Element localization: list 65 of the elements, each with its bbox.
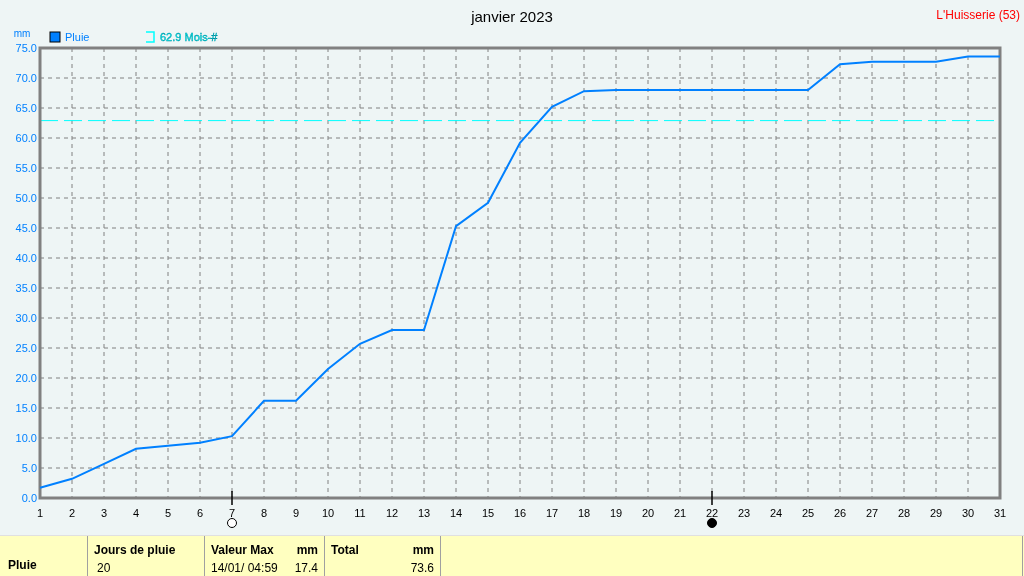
y-tick-label: 0.0 (21, 492, 37, 504)
moon-tick-mark (231, 490, 233, 506)
chart-title: janvier 2023 (471, 7, 553, 27)
x-tick-label: 5 (164, 507, 172, 519)
x-tick-label: 12 (385, 507, 399, 519)
unit-label: mm (412, 542, 434, 559)
y-tick-label: 65.0 (15, 102, 37, 114)
x-tick-label: 16 (513, 507, 527, 519)
x-tick-label: 10 (321, 507, 335, 519)
x-tick-label: 29 (929, 507, 943, 519)
x-tick-label: 21 (673, 507, 687, 519)
legend-marker-icon (145, 31, 155, 43)
y-axis-unit: mm (13, 28, 31, 39)
y-tick-label: 20.0 (15, 372, 37, 384)
y-tick-label: 5.0 (21, 462, 37, 474)
x-tick-label: 26 (833, 507, 847, 519)
row-label: Pluie (8, 557, 37, 574)
column-header: Valeur Max (211, 542, 274, 559)
x-tick-label: 23 (737, 507, 751, 519)
x-tick-label: 19 (609, 507, 623, 519)
value-cell-text: 17.4 (294, 560, 318, 576)
x-tick-label: 15 (481, 507, 495, 519)
unit-label: mm (296, 542, 318, 559)
y-tick-label: 50.0 (15, 192, 37, 204)
x-tick-label: 31 (993, 507, 1007, 519)
x-tick-label: 24 (769, 507, 783, 519)
y-tick-label: 70.0 (15, 72, 37, 84)
x-tick-label: 8 (260, 507, 268, 519)
x-tick-label: 25 (801, 507, 815, 519)
x-tick-label: 9 (292, 507, 300, 519)
y-tick-label: 45.0 (15, 222, 37, 234)
x-tick-label: 1 (36, 507, 44, 519)
legend-label: Pluie (65, 31, 90, 43)
y-tick-label: 25.0 (15, 342, 37, 354)
x-tick-label: 27 (865, 507, 879, 519)
moon-tick-mark (711, 490, 713, 506)
value-cell-text: 20 (97, 560, 111, 576)
x-tick-label: 6 (196, 507, 204, 519)
y-tick-label: 30.0 (15, 312, 37, 324)
y-tick-label: 55.0 (15, 162, 37, 174)
x-tick-label: 20 (641, 507, 655, 519)
x-tick-label: 17 (545, 507, 559, 519)
x-tick-label: 3 (100, 507, 108, 519)
x-tick-label: 14 (449, 507, 463, 519)
x-tick-label: 30 (961, 507, 975, 519)
column-header: Jours de pluie (94, 542, 176, 559)
x-tick-label: 11 (354, 507, 366, 519)
legend-label: 62.9 Mois-# (160, 31, 218, 43)
y-tick-label: 60.0 (15, 132, 37, 144)
y-tick-label: 15.0 (15, 402, 37, 414)
location-label: L'Huisserie (53) (936, 7, 1020, 24)
y-tick-label: 35.0 (15, 282, 37, 294)
x-tick-label: 22 (705, 507, 719, 519)
value-cell-text: 73.6 (410, 560, 434, 576)
x-tick-label: 7 (228, 507, 236, 519)
column-header: Total (331, 542, 359, 559)
x-tick-label: 18 (577, 507, 591, 519)
y-tick-label: 10.0 (15, 432, 37, 444)
x-tick-label: 4 (132, 507, 140, 519)
y-tick-label: 40.0 (15, 252, 37, 264)
value-cell-text: 14/01/ 04:59 (211, 560, 278, 576)
x-tick-label: 13 (417, 507, 431, 519)
y-tick-label: 75.0 (15, 42, 37, 54)
x-tick-label: 28 (897, 507, 911, 519)
x-tick-label: 2 (68, 507, 76, 519)
